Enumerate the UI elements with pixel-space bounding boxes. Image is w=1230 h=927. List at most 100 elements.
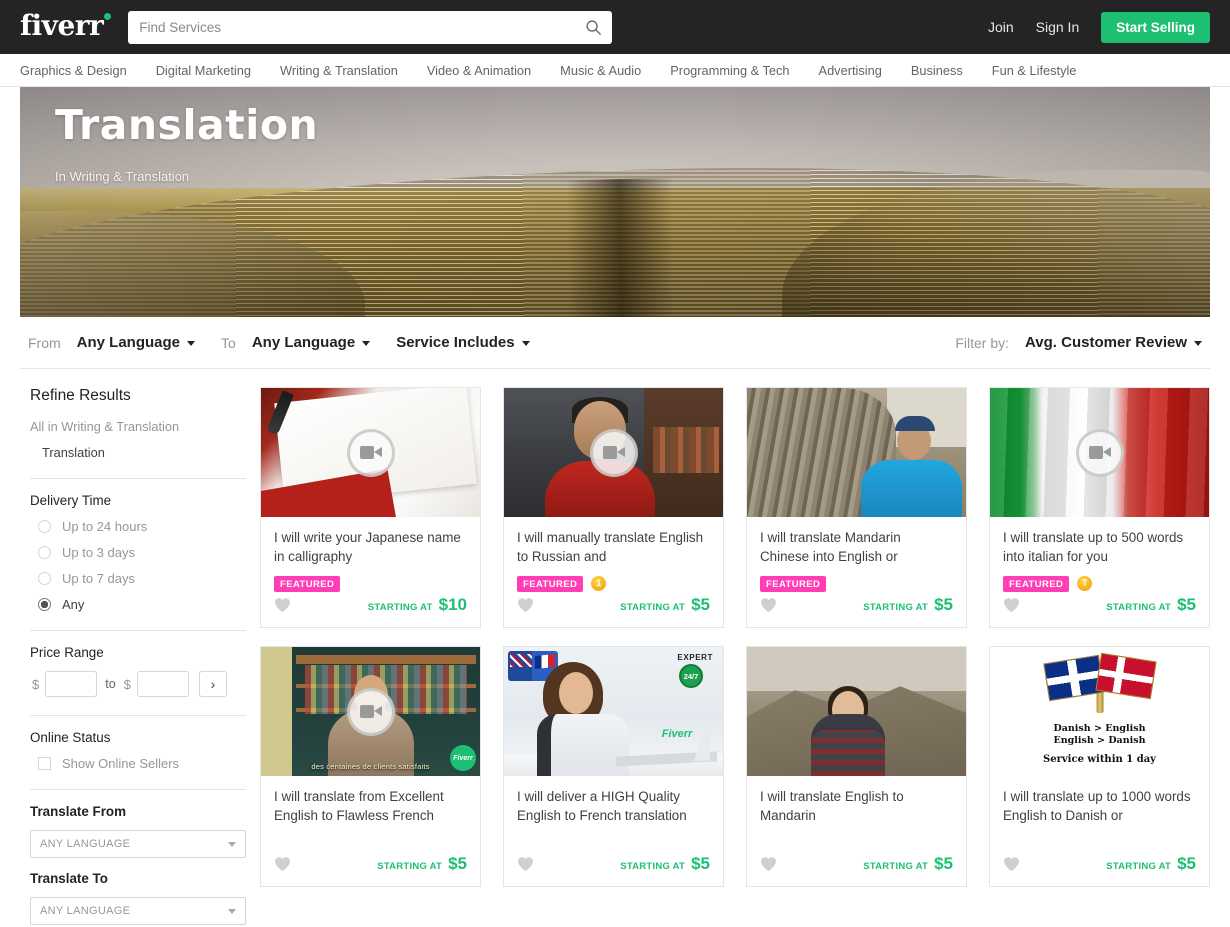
gig-badges [517, 835, 710, 851]
gig-price-group: STARTING AT $5 [1106, 854, 1196, 874]
price-range-controls: $ to $ › [30, 671, 246, 697]
sign-in-link[interactable]: Sign In [1036, 19, 1080, 35]
favorite-heart-icon[interactable] [274, 856, 291, 872]
checkbox-icon[interactable] [38, 757, 51, 770]
translate-from-select[interactable]: ANY LANGUAGE [30, 830, 246, 858]
gig-thumbnail[interactable] [747, 388, 966, 517]
gig-thumbnail[interactable] [504, 388, 723, 517]
gig-title[interactable]: I will translate English to Mandarin [760, 787, 953, 826]
radio-icon-selected[interactable] [38, 598, 51, 611]
gig-price-group: STARTING AT $5 [1106, 595, 1196, 615]
gig-title[interactable]: I will translate up to 1000 words Englis… [1003, 787, 1196, 826]
show-online-sellers-row[interactable]: Show Online Sellers [30, 756, 246, 771]
chevron-down-icon [522, 341, 530, 346]
gig-title[interactable]: I will manually translate English to Rus… [517, 528, 710, 567]
chevron-down-icon [187, 341, 195, 346]
breadcrumb-all-in[interactable]: All in Writing & Translation [30, 419, 246, 434]
gig-thumbnail[interactable] [990, 388, 1209, 517]
gig-badges [1003, 835, 1196, 851]
chevron-down-icon [362, 341, 370, 346]
gig-thumbnail[interactable] [261, 388, 480, 517]
gig-card-body: I will translate from Excellent English … [261, 776, 480, 854]
show-online-sellers-label: Show Online Sellers [62, 756, 179, 771]
gig-price-group: STARTING AT $10 [368, 595, 467, 615]
video-preview-icon[interactable] [590, 429, 638, 477]
catnav-item-writing-translation[interactable]: Writing & Translation [280, 63, 398, 78]
currency-symbol-min: $ [32, 677, 39, 692]
video-preview-icon[interactable] [347, 688, 395, 736]
search-input[interactable] [128, 11, 612, 44]
gig-card-footer: STARTING AT $5 [504, 595, 723, 627]
gig-card[interactable]: I will write your Japanese name in calli… [260, 387, 481, 628]
favorite-heart-icon[interactable] [760, 597, 777, 613]
gig-card[interactable]: I will manually translate English to Rus… [503, 387, 724, 628]
delivery-option-24-hours[interactable]: Up to 24 hours [30, 519, 246, 534]
gig-price-group: STARTING AT $5 [620, 854, 710, 874]
gig-card-footer: STARTING AT $5 [990, 854, 1209, 886]
translate-from-value: ANY LANGUAGE [40, 838, 130, 850]
gig-thumbnail[interactable] [747, 647, 966, 776]
gig-card[interactable]: I will translate English to Mandarin STA… [746, 646, 967, 887]
start-selling-button[interactable]: Start Selling [1101, 12, 1210, 43]
delivery-option-7-days[interactable]: Up to 7 days [30, 571, 246, 586]
page-content: Refine Results All in Writing & Translat… [0, 387, 1230, 927]
gig-thumbnail[interactable]: Danish > English English > Danish Servic… [990, 647, 1209, 776]
catnav-item-advertising[interactable]: Advertising [819, 63, 882, 78]
delivery-option-3-days[interactable]: Up to 3 days [30, 545, 246, 560]
favorite-heart-icon[interactable] [517, 856, 534, 872]
favorite-heart-icon[interactable] [1003, 856, 1020, 872]
gig-card-footer: STARTING AT $5 [261, 854, 480, 886]
gig-badges [760, 835, 953, 851]
delivery-option-label: Up to 3 days [62, 545, 135, 560]
gig-title[interactable]: I will write your Japanese name in calli… [274, 528, 467, 567]
gig-price: $5 [934, 854, 953, 874]
sort-by-dropdown[interactable]: Avg. Customer Review [1025, 334, 1202, 351]
gig-card[interactable]: I will translate up to 500 words into it… [989, 387, 1210, 628]
video-preview-icon[interactable] [1076, 429, 1124, 477]
sidebar-heading: Refine Results [30, 387, 246, 405]
price-apply-button[interactable]: › [199, 671, 227, 697]
to-language-dropdown[interactable]: Any Language [252, 334, 370, 351]
join-link[interactable]: Join [988, 19, 1014, 35]
delivery-option-any[interactable]: Any [30, 597, 246, 612]
gig-title[interactable]: I will translate Mandarin Chinese into E… [760, 528, 953, 567]
gig-price: $5 [934, 595, 953, 615]
fiverr-logo[interactable]: fiverr [20, 12, 103, 43]
translate-to-title: Translate To [30, 871, 246, 886]
gig-title[interactable]: I will translate from Excellent English … [274, 787, 467, 826]
radio-icon[interactable] [38, 520, 51, 533]
gig-card[interactable]: EXPERT 24/7 Fiverr I will deliver a HIGH… [503, 646, 724, 887]
favorite-heart-icon[interactable] [274, 597, 291, 613]
video-preview-icon[interactable] [347, 429, 395, 477]
price-max-input[interactable] [137, 671, 189, 697]
from-language-dropdown[interactable]: Any Language [77, 334, 195, 351]
gig-card[interactable]: Danish > English English > Danish Servic… [989, 646, 1210, 887]
catnav-item-fun-lifestyle[interactable]: Fun & Lifestyle [992, 63, 1077, 78]
catnav-item-business[interactable]: Business [911, 63, 963, 78]
gig-card[interactable]: des centaines de clients satisfaits Five… [260, 646, 481, 887]
catnav-item-video-animation[interactable]: Video & Animation [427, 63, 531, 78]
delivery-option-label: Up to 24 hours [62, 519, 147, 534]
gig-thumbnail[interactable]: EXPERT 24/7 Fiverr [504, 647, 723, 776]
gig-title[interactable]: I will deliver a HIGH Quality English to… [517, 787, 710, 826]
service-includes-dropdown[interactable]: Service Includes [396, 334, 529, 351]
translate-to-select[interactable]: ANY LANGUAGE [30, 897, 246, 925]
gig-thumbnail[interactable]: des centaines de clients satisfaits Five… [261, 647, 480, 776]
translate-to-value: ANY LANGUAGE [40, 905, 130, 917]
favorite-heart-icon[interactable] [517, 597, 534, 613]
starting-at-label: STARTING AT [863, 602, 928, 613]
catnav-item-digital-marketing[interactable]: Digital Marketing [156, 63, 251, 78]
favorite-heart-icon[interactable] [760, 856, 777, 872]
radio-icon[interactable] [38, 572, 51, 585]
catnav-item-programming-tech[interactable]: Programming & Tech [670, 63, 789, 78]
gig-title[interactable]: I will translate up to 500 words into it… [1003, 528, 1196, 567]
search-icon[interactable] [585, 19, 602, 36]
divider [30, 478, 246, 479]
catnav-item-graphics-design[interactable]: Graphics & Design [20, 63, 127, 78]
radio-icon[interactable] [38, 546, 51, 559]
price-min-input[interactable] [45, 671, 97, 697]
gig-card[interactable]: I will translate Mandarin Chinese into E… [746, 387, 967, 628]
favorite-heart-icon[interactable] [1003, 597, 1020, 613]
gig-card-footer: STARTING AT $5 [747, 595, 966, 627]
catnav-item-music-audio[interactable]: Music & Audio [560, 63, 641, 78]
